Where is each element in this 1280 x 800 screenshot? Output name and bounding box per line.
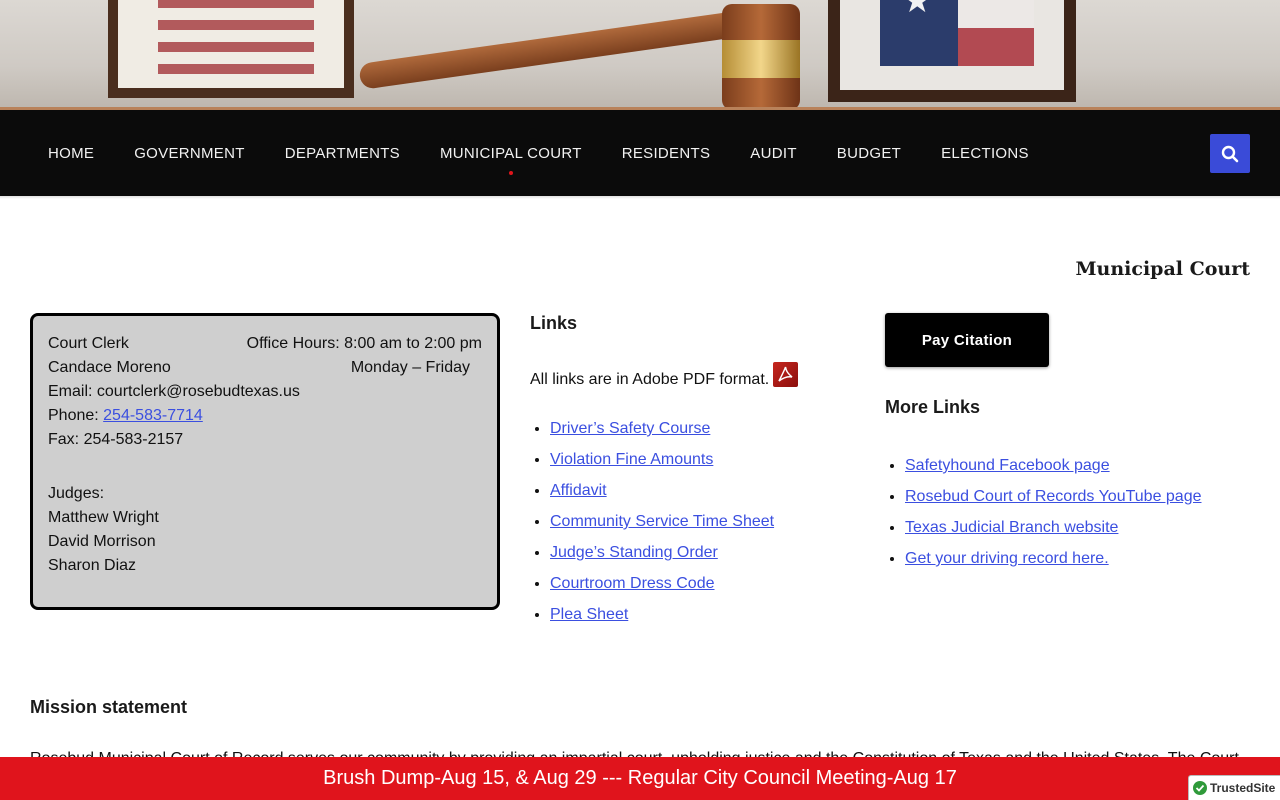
list-item: Plea Sheet (550, 599, 860, 630)
trustedsite-label: TrustedSite (1210, 781, 1276, 795)
announcement-text[interactable]: Brush Dump-Aug 15, & Aug 29 --- Regular … (323, 767, 957, 790)
search-button[interactable] (1210, 134, 1250, 173)
nav-item-elections[interactable]: ELECTIONS (941, 145, 1029, 162)
search-icon (1221, 145, 1239, 163)
link-driving-record[interactable]: Get your driving record here. (905, 550, 1109, 567)
links-section: Links All links are in Adobe PDF format.… (530, 313, 860, 630)
list-item: Judge’s Standing Order (550, 537, 860, 568)
check-icon (1193, 781, 1207, 795)
framed-flag-left (108, 0, 354, 98)
more-links-section: Pay Citation More Links Safetyhound Face… (885, 313, 1255, 574)
clerk-phone-row: Phone: 254-583-7714 (48, 407, 203, 424)
list-item: Safetyhound Facebook page (905, 450, 1255, 481)
link-community-service-time-sheet[interactable]: Community Service Time Sheet (550, 513, 774, 530)
office-hours: Office Hours: 8:00 am to 2:00 pm (246, 335, 482, 352)
office-days: Monday – Friday (350, 359, 470, 376)
framed-flag-right: ★ (828, 0, 1076, 102)
pdf-note: All links are in Adobe PDF format. (530, 362, 860, 389)
announcement-bar: Brush Dump-Aug 15, & Aug 29 --- Regular … (0, 757, 1280, 800)
mission-heading: Mission statement (30, 697, 188, 717)
header-banner: ★ (0, 0, 1280, 110)
judge-name: Matthew Wright (48, 509, 159, 526)
list-item: Driver’s Safety Course (550, 413, 860, 444)
link-plea-sheet[interactable]: Plea Sheet (550, 606, 628, 623)
link-judges-standing-order[interactable]: Judge’s Standing Order (550, 544, 718, 561)
nav-item-government[interactable]: GOVERNMENT (134, 145, 245, 162)
list-item: Violation Fine Amounts (550, 444, 860, 475)
clerk-email: Email: courtclerk@rosebudtexas.us (48, 383, 300, 400)
clerk-role: Court Clerk (48, 335, 129, 352)
link-courtroom-dress-code[interactable]: Courtroom Dress Code (550, 575, 715, 592)
star-icon: ★ (902, 0, 933, 20)
clerk-info-box: Court Clerk Office Hours: 8:00 am to 2:0… (30, 313, 500, 610)
main-nav: HOME GOVERNMENT DEPARTMENTS MUNICIPAL CO… (0, 110, 1280, 196)
list-item: Texas Judicial Branch website (905, 512, 1255, 543)
nav-menu: HOME GOVERNMENT DEPARTMENTS MUNICIPAL CO… (48, 110, 1069, 196)
nav-item-residents[interactable]: RESIDENTS (622, 145, 711, 162)
list-item: Rosebud Court of Records YouTube page (905, 481, 1255, 512)
link-drivers-safety-course[interactable]: Driver’s Safety Course (550, 420, 710, 437)
pdf-link-list: Driver’s Safety Course Violation Fine Am… (530, 413, 860, 630)
nav-item-budget[interactable]: BUDGET (837, 145, 901, 162)
list-item: Community Service Time Sheet (550, 506, 860, 537)
list-item: Affidavit (550, 475, 860, 506)
gavel-band (722, 40, 800, 78)
judge-name: Sharon Diaz (48, 557, 137, 574)
nav-item-departments[interactable]: DEPARTMENTS (285, 145, 400, 162)
pay-citation-button[interactable]: Pay Citation (885, 313, 1049, 367)
nav-item-home[interactable]: HOME (48, 145, 94, 162)
link-violation-fine-amounts[interactable]: Violation Fine Amounts (550, 451, 713, 468)
nav-item-audit[interactable]: AUDIT (750, 145, 797, 162)
link-safetyhound-facebook[interactable]: Safetyhound Facebook page (905, 457, 1110, 474)
pdf-icon (773, 362, 799, 387)
link-texas-judicial-branch[interactable]: Texas Judicial Branch website (905, 519, 1118, 536)
clerk-phone-link[interactable]: 254-583-7714 (103, 407, 203, 424)
clerk-fax: Fax: 254-583-2157 (48, 431, 184, 448)
judge-name: David Morrison (48, 533, 156, 550)
nav-item-municipal-court[interactable]: MUNICIPAL COURT (440, 145, 582, 175)
link-court-youtube[interactable]: Rosebud Court of Records YouTube page (905, 488, 1202, 505)
clerk-name: Candace Moreno (48, 359, 171, 376)
more-links-heading: More Links (885, 397, 981, 417)
judges-label: Judges: (48, 485, 105, 502)
list-item: Get your driving record here. (905, 543, 1255, 574)
trustedsite-badge[interactable]: TrustedSite (1188, 775, 1280, 800)
list-item: Courtroom Dress Code (550, 568, 860, 599)
more-link-list: Safetyhound Facebook page Rosebud Court … (885, 450, 1255, 574)
links-heading: Links (530, 313, 578, 333)
page-title: Municipal Court (1075, 258, 1251, 280)
link-affidavit[interactable]: Affidavit (550, 482, 607, 499)
